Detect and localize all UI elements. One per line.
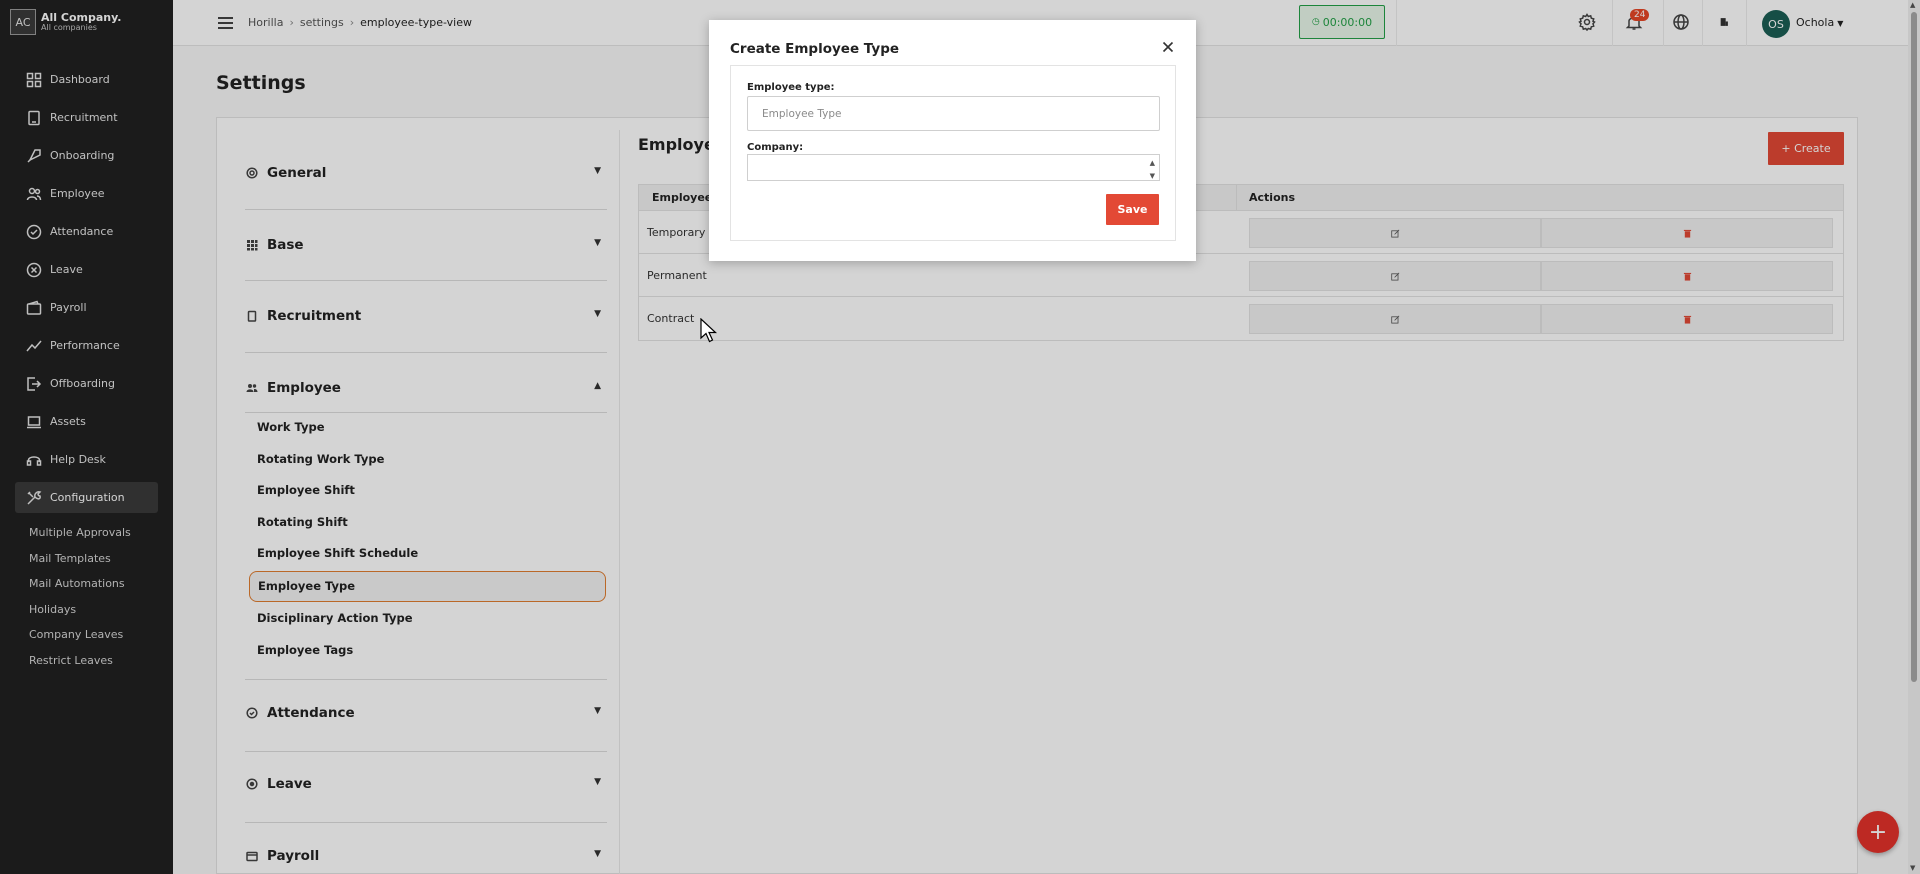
close-icon[interactable]	[1162, 41, 1176, 55]
create-employee-type-modal: Create Employee Type Employee type: Comp…	[709, 20, 1196, 261]
select-spinner-icon: ▲ ▼	[1149, 159, 1155, 180]
modal-title: Create Employee Type	[730, 41, 900, 57]
save-button[interactable]: Save	[1106, 194, 1159, 225]
employee-type-form: Employee type: Company: ▲▼ Save	[730, 65, 1176, 241]
company-select[interactable]: ▲ ▼	[747, 154, 1160, 181]
employee-type-label: Employee type:	[747, 82, 835, 93]
company-label: Company:	[747, 142, 804, 153]
mouse-cursor-icon	[700, 318, 718, 343]
employee-type-input[interactable]	[747, 96, 1160, 131]
